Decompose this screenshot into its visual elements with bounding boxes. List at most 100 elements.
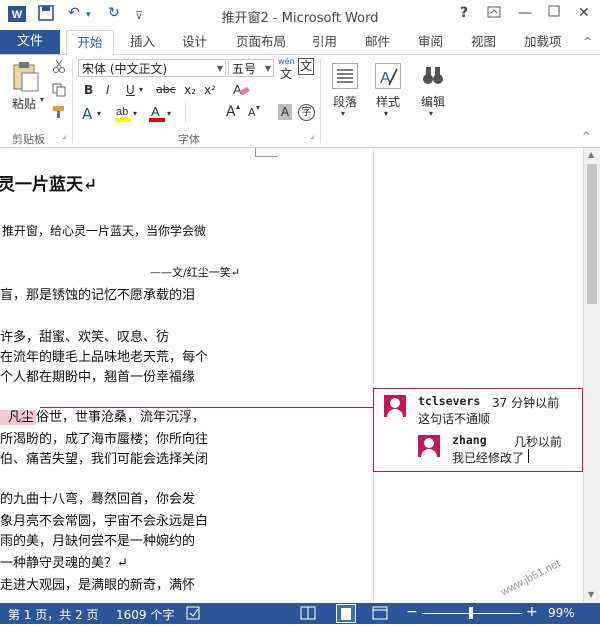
font-size-combo[interactable]: 五号 ▼ (228, 59, 274, 77)
tab-mailings[interactable]: 邮件 (365, 30, 390, 54)
styles-icon[interactable]: A (375, 63, 401, 92)
tab-page-layout[interactable]: 页面布局 (236, 30, 286, 54)
ribbon-display-icon[interactable] (487, 5, 501, 23)
font-color-icon[interactable]: A (148, 103, 166, 126)
collapse-ribbon-arrow-icon[interactable]: ^ (582, 131, 590, 142)
text-cursor (528, 449, 529, 463)
highlight-icon[interactable]: ab (114, 103, 132, 126)
styles-dropdown-icon[interactable]: ▾ (384, 109, 388, 118)
underline-button[interactable]: U (126, 83, 135, 97)
editing-dropdown-icon[interactable]: ▾ (429, 109, 433, 118)
copy-icon[interactable] (52, 83, 66, 100)
group-clipboard-label: 剪贴板 (12, 133, 45, 146)
zoom-out-button[interactable]: − (406, 604, 418, 620)
commented-text-highlight[interactable]: 凡尘 (0, 410, 37, 425)
tab-file[interactable]: 文件 (0, 30, 60, 54)
read-mode-icon[interactable] (300, 606, 316, 623)
title-bar: W ↶ ▾ ↻ ⊽ 推开窗2 - Microsoft Word ? — ✕ (0, 0, 600, 30)
clipboard-launcher-icon[interactable]: ⌟ (62, 131, 66, 141)
doc-line: 雨的美，月缺何尝不是一种婉约的 (0, 534, 196, 549)
character-shading-button[interactable]: A (278, 104, 292, 120)
paragraph-button[interactable]: 段落 (333, 93, 357, 110)
ribbon: 粘贴 ▾ 剪贴板 ⌟ 宋体 (中文正文) ▼ 五号 ▼ wén 文 文 B I … (0, 55, 600, 148)
text-effects-dropdown-icon[interactable]: ▾ (97, 109, 101, 118)
web-layout-icon[interactable] (372, 606, 388, 623)
phonetic-guide-button[interactable]: 文 (280, 65, 292, 82)
shrink-font-button[interactable]: A (248, 106, 256, 119)
avatar (384, 395, 406, 417)
ribbon-tab-bar: 文件 开始 插入 设计 页面布局 引用 邮件 审阅 视图 加载项 ^ (0, 30, 600, 56)
tab-design[interactable]: 设计 (182, 30, 207, 54)
editing-button[interactable]: 编辑 (421, 93, 445, 110)
zoom-slider-thumb[interactable] (469, 607, 473, 619)
comment-text: 这句话不通顺 (418, 412, 491, 426)
vertical-scrollbar[interactable]: ▲ ▼ (583, 148, 600, 603)
paragraph-dropdown-icon[interactable]: ▾ (341, 109, 345, 118)
cut-icon[interactable] (52, 59, 66, 76)
group-font-label: 字体 (178, 133, 200, 146)
help-icon[interactable]: ? (460, 5, 468, 21)
comment-balloon[interactable]: tclsevers 37 分钟以前 这句话不通顺 zhang 几秒以前 我已经修… (373, 388, 583, 472)
font-size-value: 五号 (232, 62, 257, 76)
underline-dropdown-icon[interactable]: ▾ (139, 85, 143, 94)
tab-view[interactable]: 视图 (471, 30, 496, 54)
font-name-combo[interactable]: 宋体 (中文正文) ▼ (78, 59, 226, 77)
doc-line: 走进大观园，是满眼的新奇，满怀 (0, 578, 196, 593)
font-name-value: 宋体 (中文正文) (82, 62, 168, 76)
doc-line: 一种静守灵魂的美？↵ (0, 556, 128, 571)
reply-text[interactable]: 我已经修改了 (452, 449, 524, 466)
scroll-thumb[interactable] (587, 164, 597, 304)
tab-references[interactable]: 引用 (312, 30, 337, 54)
tab-addins[interactable]: 加载项 (524, 30, 562, 54)
tab-home[interactable]: 开始 (66, 30, 114, 56)
format-painter-icon[interactable] (52, 105, 66, 122)
avatar (418, 435, 440, 457)
zoom-in-button[interactable]: + (526, 604, 538, 620)
tab-insert[interactable]: 插入 (130, 30, 155, 54)
ribbon-divider (185, 103, 186, 123)
font-color-dropdown-icon[interactable]: ▾ (167, 109, 171, 118)
font-launcher-icon[interactable]: ⌟ (310, 131, 314, 141)
print-layout-icon[interactable] (336, 604, 356, 623)
doc-line: 的九曲十八弯，蓦然回首，你会发 (0, 492, 196, 507)
subscript-button[interactable]: x₂ (184, 83, 196, 97)
bold-button[interactable]: B (84, 83, 93, 97)
shrink-font-arrow-icon: ▾ (256, 103, 261, 112)
collapse-ribbon-icon[interactable]: ^ (583, 30, 592, 54)
window-title: 推开窗2 - Microsoft Word (221, 11, 379, 26)
document-page[interactable]: 灵一片蓝天↵ 推开窗，给心灵一片蓝天，当你学会微 ——文/红尘一笑↵ 盲，那是锈… (0, 148, 583, 603)
paste-icon[interactable] (10, 61, 40, 96)
scroll-down-icon[interactable]: ▼ (588, 590, 594, 599)
styles-button[interactable]: 样式 (376, 93, 400, 110)
group-separator (320, 59, 321, 143)
paragraph-icon[interactable] (332, 63, 358, 92)
text-effects-icon[interactable]: A (82, 105, 92, 123)
scroll-up-icon[interactable]: ▲ (588, 150, 594, 159)
reply-author: zhang (452, 433, 487, 447)
zoom-level[interactable]: 99% (548, 606, 575, 620)
close-button[interactable]: ✕ (578, 5, 590, 21)
clear-formatting-icon[interactable]: A (232, 81, 250, 100)
proofing-icon[interactable] (186, 605, 202, 624)
grow-font-button[interactable]: A (226, 104, 236, 120)
svg-text:A: A (151, 104, 160, 119)
paste-button[interactable]: 粘贴 (12, 95, 36, 112)
comment-connector-line (40, 407, 373, 408)
highlight-dropdown-icon[interactable]: ▾ (133, 109, 137, 118)
tab-review[interactable]: 审阅 (418, 30, 443, 54)
enclose-characters-button[interactable]: 字 (298, 104, 315, 121)
doc-line: 象月亮不会常圆，宇宙不会永远是白 (0, 514, 209, 529)
word-count[interactable]: 1609 个字 (116, 606, 174, 623)
minimize-button[interactable]: — (518, 5, 532, 21)
italic-button[interactable]: I (106, 83, 110, 97)
chevron-down-icon: ▼ (216, 64, 223, 73)
group-separator (72, 59, 73, 143)
paste-dropdown-icon[interactable]: ▾ (40, 95, 44, 104)
markup-area-divider (373, 148, 374, 603)
superscript-button[interactable]: x² (204, 83, 216, 97)
page-count[interactable]: 第 1 页，共 2 页 (8, 606, 99, 623)
character-border-button[interactable]: 文 (298, 58, 314, 75)
strikethrough-button[interactable]: abc (156, 83, 176, 96)
maximize-button[interactable] (548, 5, 560, 21)
binoculars-icon[interactable] (420, 63, 446, 92)
